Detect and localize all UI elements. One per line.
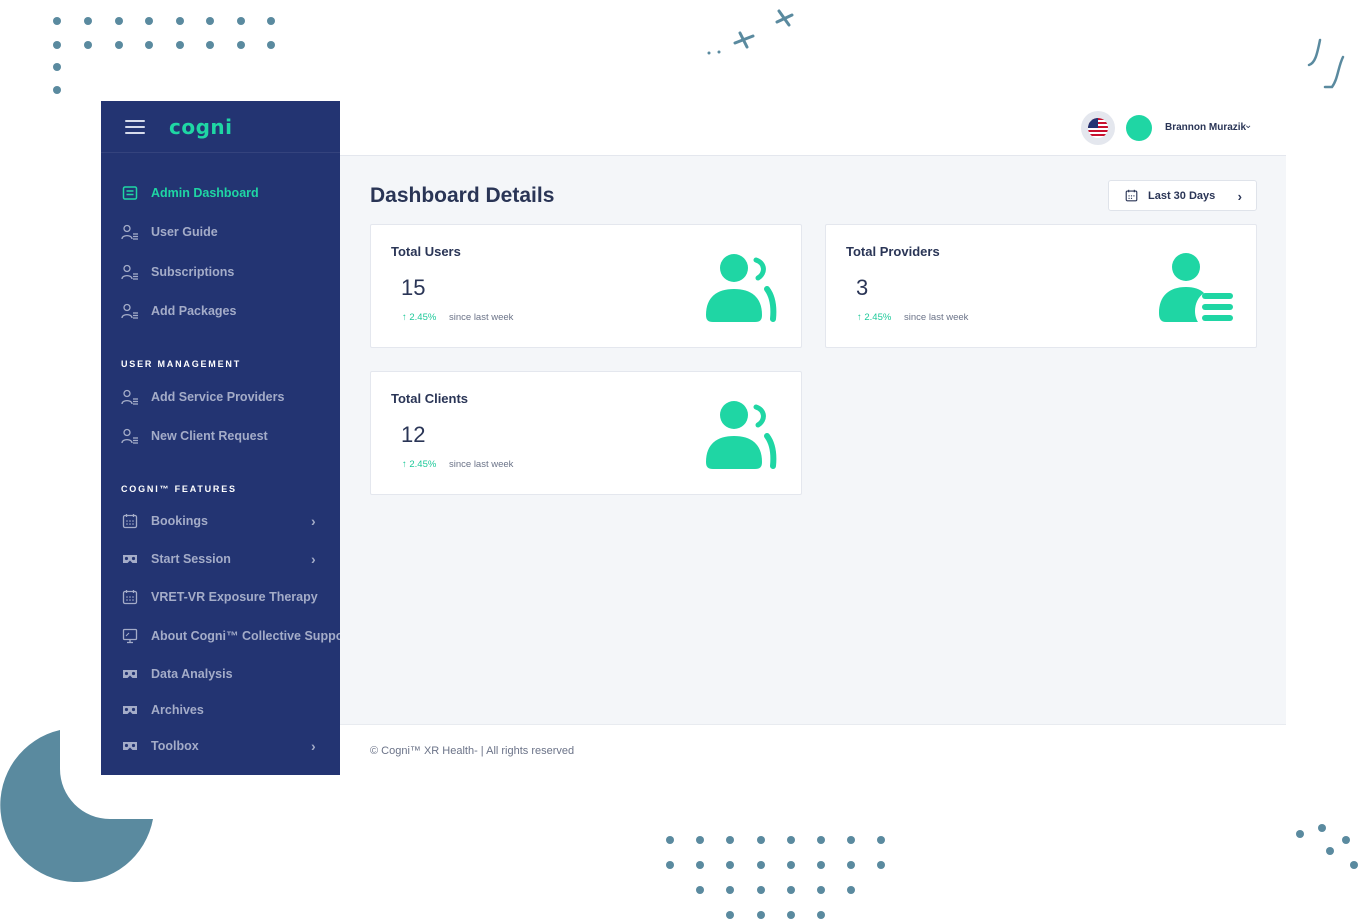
user-list-icon — [121, 263, 139, 281]
users-icon — [706, 401, 777, 469]
user-list-icon — [121, 223, 139, 241]
stat-card-total-clients: Total Clients 12 ↑ 2.45% since last week — [370, 371, 802, 495]
brand-logo[interactable]: cogni — [169, 115, 233, 139]
sidebar-item-vret[interactable]: VRET-VR Exposure Therapy — [101, 578, 340, 616]
card-value: 3 — [856, 275, 869, 300]
sidebar-item-about-cogni[interactable]: About Cogni™ Collective Support — [101, 616, 340, 655]
monitor-icon — [121, 627, 139, 645]
page-title: Dashboard Details — [370, 184, 555, 207]
sidebar: cogni Admin Dashboard User Guide Subscri… — [101, 101, 340, 775]
card-delta: ↑ 2.45% — [857, 312, 892, 323]
chevron-down-icon[interactable]: ⌄ — [1244, 120, 1252, 131]
stat-card-total-providers: Total Providers 3 ↑ 2.45% since last wee… — [825, 224, 1257, 348]
card-value: 15 — [401, 275, 426, 300]
sidebar-item-label: Toolbox — [151, 739, 199, 753]
decor-squiggle — [1307, 38, 1345, 89]
card-since: since last week — [449, 312, 514, 323]
sidebar-item-label: New Client Request — [151, 429, 268, 444]
sidebar-item-label: Start Session — [151, 552, 231, 566]
calendar-icon — [1125, 189, 1138, 202]
card-delta: ↑ 2.45% — [402, 459, 437, 470]
user-name[interactable]: Brannon Murazik — [1165, 122, 1246, 133]
app-window: cogni Admin Dashboard User Guide Subscri… — [101, 101, 1286, 775]
date-range-label: Last 30 Days — [1148, 189, 1216, 202]
language-selector[interactable] — [1081, 111, 1115, 145]
sidebar-header: cogni — [101, 101, 340, 153]
section-title-user-management: USER MANAGEMENT — [121, 359, 242, 369]
sidebar-item-label: Archives — [151, 703, 204, 717]
decor-crosses — [707, 9, 794, 55]
footer: © Cogni™ XR Health- | All rights reserve… — [340, 724, 1286, 775]
card-delta: ↑ 2.45% — [402, 312, 437, 323]
card-since: since last week — [904, 312, 969, 323]
calendar-icon — [121, 588, 139, 606]
user-list-icon — [121, 388, 139, 406]
main-content: Dashboard Details Last 30 Days › Total U… — [340, 156, 1286, 724]
stat-card-total-users: Total Users 15 ↑ 2.45% since last week — [370, 224, 802, 348]
vr-headset-icon — [121, 550, 139, 568]
decor-dots-bottom — [660, 830, 900, 922]
sidebar-item-user-guide[interactable]: User Guide — [101, 213, 340, 253]
sidebar-item-label: Add Service Providers — [151, 389, 285, 404]
sidebar-item-new-client-request[interactable]: New Client Request — [101, 417, 340, 457]
calendar-icon — [121, 512, 139, 530]
sidebar-item-label: Subscriptions — [151, 264, 235, 279]
dashboard-icon — [121, 184, 139, 202]
chevron-right-icon: › — [311, 738, 316, 754]
sidebar-item-label: About Cogni™ Collective Support — [151, 628, 340, 643]
vr-headset-icon — [121, 665, 139, 683]
section-title-cogni-features: COGNI™ FEATURES — [121, 484, 237, 494]
sidebar-item-label: Admin Dashboard — [151, 185, 259, 200]
sidebar-item-bookings[interactable]: Bookings › — [101, 502, 340, 540]
sidebar-item-start-session[interactable]: Start Session › — [101, 540, 340, 578]
sidebar-item-admin-dashboard[interactable]: Admin Dashboard — [101, 173, 340, 213]
sidebar-item-data-analysis[interactable]: Data Analysis — [101, 655, 340, 692]
sidebar-item-archives[interactable]: Archives — [101, 692, 340, 728]
user-avatar[interactable] — [1126, 115, 1152, 141]
chevron-right-icon: › — [1237, 189, 1242, 204]
users-icon — [706, 254, 777, 322]
sidebar-item-label: User Guide — [151, 225, 218, 240]
date-range-button[interactable]: Last 30 Days › — [1108, 180, 1257, 211]
sidebar-item-label: Data Analysis — [151, 666, 233, 681]
footer-copyright: © Cogni™ XR Health- | All rights reserve… — [370, 745, 575, 757]
top-bar: Brannon Murazik ⌄ — [340, 101, 1286, 156]
us-flag-icon — [1088, 118, 1108, 138]
sidebar-item-add-packages[interactable]: Add Packages — [101, 292, 340, 332]
decor-dots-bottom-right — [1290, 820, 1359, 870]
vr-headset-icon — [121, 701, 139, 719]
sidebar-item-toolbox[interactable]: Toolbox › — [101, 728, 340, 764]
chevron-right-icon: › — [311, 551, 316, 567]
sidebar-item-add-service-providers[interactable]: Add Service Providers — [101, 377, 340, 417]
card-title: Total Providers — [846, 244, 940, 259]
sidebar-item-label: Bookings — [151, 514, 208, 528]
chevron-right-icon: › — [311, 513, 316, 529]
sidebar-nav: Admin Dashboard User Guide Subscriptions… — [101, 153, 340, 764]
user-list-icon — [121, 302, 139, 320]
hamburger-menu-icon[interactable] — [125, 119, 145, 134]
user-list-icon — [121, 427, 139, 445]
decor-dots-top-left — [0, 0, 300, 100]
provider-list-icon — [1159, 253, 1233, 322]
card-value: 12 — [401, 422, 426, 447]
card-since: since last week — [449, 459, 514, 470]
sidebar-item-label: VRET-VR Exposure Therapy — [151, 590, 318, 604]
sidebar-item-label: Add Packages — [151, 304, 237, 319]
sidebar-item-subscriptions[interactable]: Subscriptions — [101, 252, 340, 292]
vr-headset-icon — [121, 737, 139, 755]
card-title: Total Users — [391, 244, 461, 259]
card-title: Total Clients — [391, 391, 469, 406]
